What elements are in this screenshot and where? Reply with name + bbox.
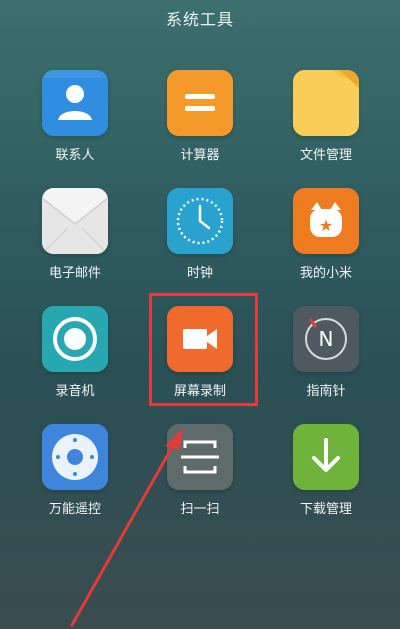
remote-control-icon [42, 424, 108, 490]
app-label: 文件管理 [299, 148, 352, 163]
app-label: 指南针 [306, 384, 346, 399]
page-title: 系统工具 [165, 10, 234, 29]
svg-text:N: N [319, 327, 334, 351]
scan-icon [167, 424, 233, 490]
compass-icon: N [293, 306, 359, 372]
mi-icon: ★ [293, 188, 359, 254]
app-label: 万能遥控 [48, 502, 101, 517]
app-label: 扫一扫 [180, 502, 220, 517]
contacts-icon [42, 70, 108, 136]
email-icon [42, 188, 108, 254]
app-email[interactable]: 电子邮件 [19, 188, 131, 300]
app-download-manager[interactable]: 下载管理 [270, 424, 382, 536]
app-label: 时钟 [186, 266, 213, 281]
app-compass[interactable]: N 指南针 [270, 306, 382, 418]
app-label: 计算器 [180, 148, 220, 163]
app-clock[interactable]: 时钟 [144, 188, 256, 300]
svg-text:★: ★ [319, 216, 333, 235]
app-label: 我的小米 [299, 266, 352, 281]
app-label: 下载管理 [299, 502, 352, 517]
app-contacts[interactable]: 联系人 [19, 70, 131, 182]
app-remote-control[interactable]: 万能遥控 [19, 424, 131, 536]
file-manager-icon [293, 70, 359, 136]
app-label: 电子邮件 [48, 266, 101, 281]
calculator-icon [167, 70, 233, 136]
app-label: 联系人 [55, 148, 95, 163]
clock-icon [167, 188, 233, 254]
app-my-mi[interactable]: ★ 我的小米 [270, 188, 382, 300]
app-file-manager[interactable]: 文件管理 [270, 70, 382, 182]
app-recorder[interactable]: 录音机 [19, 306, 131, 418]
app-label: 录音机 [55, 384, 95, 399]
recorder-icon [42, 306, 108, 372]
app-calculator[interactable]: 计算器 [144, 70, 256, 182]
app-scan[interactable]: 扫一扫 [144, 424, 256, 536]
highlight-box [149, 293, 258, 406]
download-manager-icon [293, 424, 359, 490]
